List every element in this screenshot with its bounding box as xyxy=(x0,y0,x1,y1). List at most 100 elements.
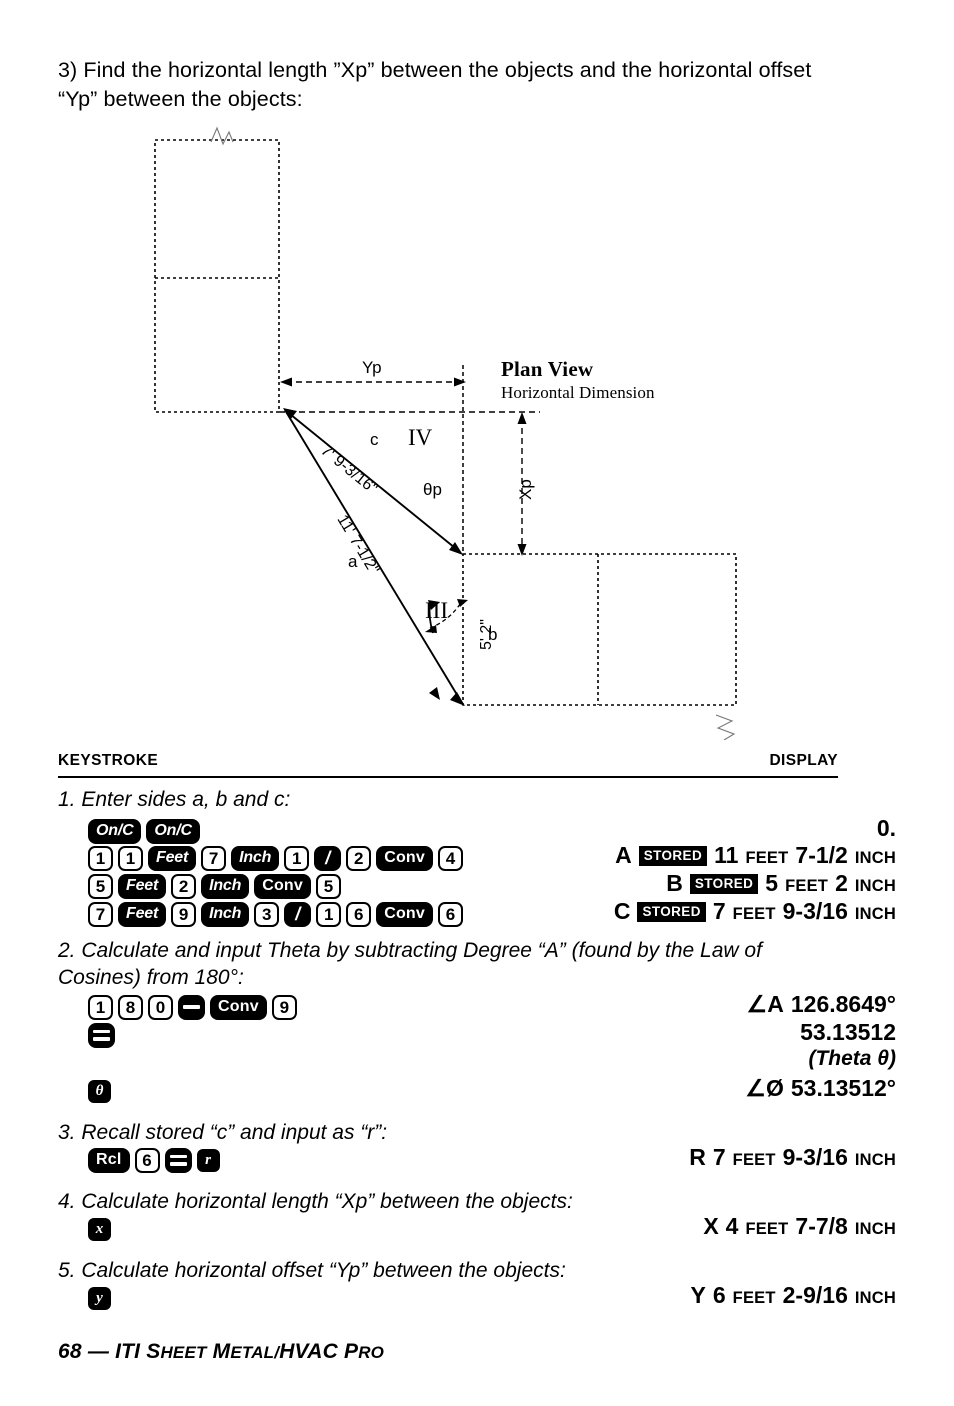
calc-key-1[interactable]: 1 xyxy=(284,845,310,871)
display-small: FEET xyxy=(785,877,829,895)
calc-key-feet[interactable]: Feet xyxy=(118,873,167,899)
footer-title-etal: ETAL/ xyxy=(230,1343,280,1362)
step2-keystroke-row: θ xyxy=(88,1078,111,1104)
step1-display-row: 0. xyxy=(877,815,896,842)
calc-key-5[interactable]: 5 xyxy=(316,873,342,899)
step1-keystroke-row: 7 Feet 9 Inch 3/1 6 Conv 6 xyxy=(88,901,464,927)
calc-key-y[interactable]: y xyxy=(88,1286,111,1310)
calc-key-1[interactable]: 1 xyxy=(88,845,113,871)
display-big: 6 xyxy=(712,1282,726,1308)
footer-page-number: 68 xyxy=(58,1340,82,1363)
calc-key-minus[interactable] xyxy=(178,994,205,1020)
display-small: INCH xyxy=(854,1220,896,1238)
display-small: FEET xyxy=(732,1151,776,1169)
step2-keystroke-row: 1 8 0 Conv 9 xyxy=(88,994,297,1020)
display-big: 9-3/16 xyxy=(782,1144,848,1170)
display-lbl: B xyxy=(666,870,683,896)
display-big: 7 xyxy=(712,898,726,924)
calc-key-inch[interactable]: Inch xyxy=(201,901,250,927)
calc-key-slash[interactable]: / xyxy=(314,845,342,871)
display-big: 4 xyxy=(725,1213,739,1239)
calc-key-7[interactable]: 7 xyxy=(88,901,113,927)
calc-key-2[interactable]: 2 xyxy=(346,845,372,871)
step4-keystroke-row: x xyxy=(88,1216,111,1242)
calc-key-conv[interactable]: Conv xyxy=(376,845,434,871)
calc-key-6[interactable]: 6 xyxy=(438,901,464,927)
step1-keystroke-row: 5 Feet 2 Inch Conv 5 xyxy=(88,873,342,899)
calc-key-9[interactable]: 9 xyxy=(171,901,197,927)
keystroke-display-header: KEYSTROKE DISPLAY xyxy=(58,752,838,778)
calc-key-conv[interactable]: Conv xyxy=(376,901,434,927)
display-small: FEET xyxy=(732,1289,776,1307)
footer-title-iti: ITI xyxy=(115,1340,141,1363)
calc-key-5[interactable]: 5 xyxy=(88,873,113,899)
step2-display-row: ∠A 126.8649° xyxy=(747,991,896,1018)
step1-description: 1. Enter sides a, b and c: xyxy=(58,788,291,811)
calc-key-equals[interactable] xyxy=(88,1022,115,1048)
stored-badge: STORED xyxy=(638,845,708,866)
display-small: INCH xyxy=(854,1151,896,1169)
stored-badge: STORED xyxy=(637,901,706,922)
footer-dash: — xyxy=(87,1340,110,1363)
display-big: 5 xyxy=(765,870,779,896)
calc-key-9[interactable]: 9 xyxy=(271,994,297,1020)
calc-key-4[interactable]: 4 xyxy=(438,845,464,871)
label-side-b-value: 5' 2" xyxy=(478,619,495,650)
display-small: FEET xyxy=(732,905,776,923)
display-small: INCH xyxy=(854,849,896,867)
calc-key-feet[interactable]: Feet xyxy=(148,845,197,871)
step2-display-row: ∠Ø 53.13512° xyxy=(745,1075,896,1102)
calc-key-on-c[interactable]: On/C xyxy=(146,818,200,844)
calc-key-theta[interactable]: θ xyxy=(88,1079,111,1103)
display-lbl: R xyxy=(689,1144,706,1170)
calc-key-conv[interactable]: Conv xyxy=(254,873,312,899)
calc-key-x[interactable]: x xyxy=(88,1217,111,1241)
calc-key-inch[interactable]: Inch xyxy=(231,845,280,871)
step3-keystroke-row: Rcl 6 r xyxy=(88,1147,220,1173)
label-quadrant-iii: III xyxy=(425,598,448,623)
calc-key-1[interactable]: 1 xyxy=(316,901,342,927)
lower-object-outline xyxy=(462,553,737,706)
calc-key-2[interactable]: 2 xyxy=(171,873,197,899)
display-lbl: ∠Ø xyxy=(745,1075,784,1101)
intro-paragraph: 3) Find the horizontal length ”Xp” betwe… xyxy=(58,58,812,111)
plan-view-diagram: Plan View Horizontal Dimension Yp Xp c 7… xyxy=(0,120,954,740)
calc-key-feet[interactable]: Feet xyxy=(118,901,167,927)
calc-key-slash[interactable]: / xyxy=(284,901,312,927)
display-lbl: C xyxy=(613,898,631,924)
display-column-header: DISPLAY xyxy=(769,752,838,769)
calc-key-8[interactable]: 8 xyxy=(118,994,143,1020)
display-lbl: ∠A xyxy=(746,991,784,1017)
calc-key-6[interactable]: 6 xyxy=(346,901,372,927)
calc-key-conv[interactable]: Conv xyxy=(210,994,267,1020)
calc-key-inch[interactable]: Inch xyxy=(201,873,250,899)
calc-key-0[interactable]: 0 xyxy=(148,994,173,1020)
calc-key-1[interactable]: 1 xyxy=(88,994,113,1020)
label-theta-p: θp xyxy=(423,480,442,499)
step4-description: 4. Calculate horizontal length “Xp” betw… xyxy=(58,1190,573,1213)
break-symbol-top xyxy=(210,126,234,146)
calc-key-r[interactable]: r xyxy=(196,1148,220,1172)
upper-object-outline xyxy=(154,139,280,413)
display-big: 0. xyxy=(876,815,896,841)
step1-keystroke-row: On/C On/C xyxy=(88,818,200,844)
step1-display-row: C STORED 7 FEET 9-3/16 INCH xyxy=(614,898,896,925)
calc-key-7[interactable]: 7 xyxy=(201,845,227,871)
step2-display-row: 53.13512 xyxy=(800,1019,896,1046)
page-footer: 68 — ITI SHEET METAL/HVAC PRO xyxy=(58,1340,384,1364)
calc-key-1[interactable]: 1 xyxy=(118,845,143,871)
step1-display-row: A STORED 11 FEET 7-1/2 INCH xyxy=(615,842,896,869)
break-symbol-right xyxy=(715,714,736,740)
calc-key-3[interactable]: 3 xyxy=(254,901,280,927)
step5-display-row: Y 6 FEET 2-9/16 INCH xyxy=(691,1282,896,1309)
display-big: 126.8649° xyxy=(790,991,896,1017)
calc-key-on-c[interactable]: On/C xyxy=(88,818,142,844)
display-big: 53.13512° xyxy=(790,1075,896,1101)
footer-title-heet: HEET xyxy=(160,1343,207,1362)
footer-title-ro: RO xyxy=(358,1343,385,1362)
calc-key-equals[interactable] xyxy=(164,1147,192,1173)
calc-key-rcl[interactable]: Rcl xyxy=(88,1147,130,1173)
calc-key-6[interactable]: 6 xyxy=(134,1147,160,1173)
step5-description: 5. Calculate horizontal offset “Yp” betw… xyxy=(58,1259,566,1282)
label-side-c: c xyxy=(370,430,379,449)
